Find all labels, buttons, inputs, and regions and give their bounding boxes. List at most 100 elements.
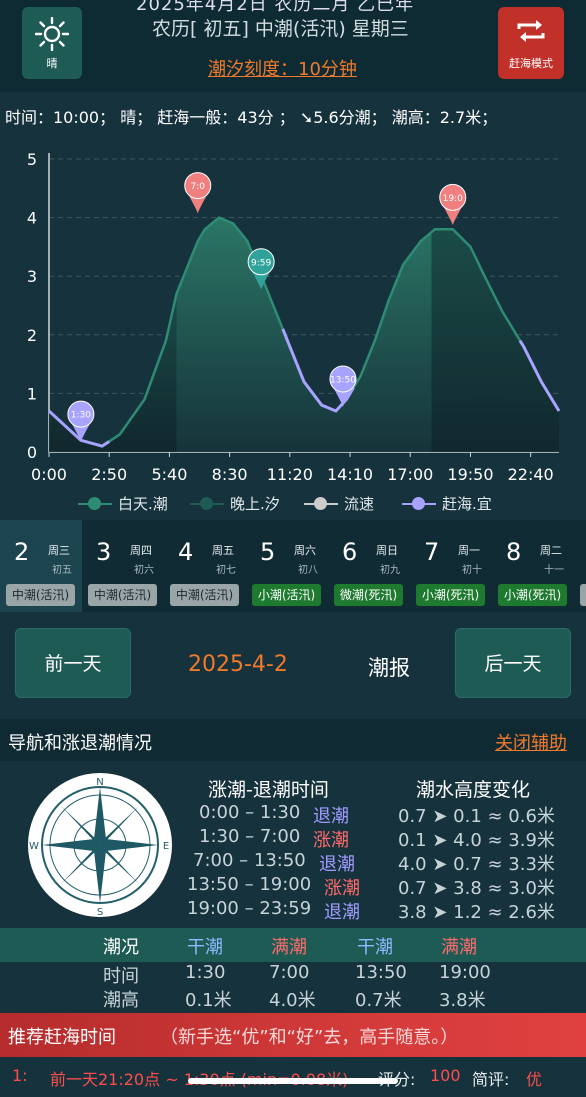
day-lunar: 初五 <box>52 565 72 576</box>
ebbflow-height-header: 潮水高度变化 <box>416 779 531 801</box>
day-weekday: 周二 <box>540 544 562 557</box>
tide-height-cell: 3.8米 <box>439 990 486 1011</box>
legend-marker-suitable <box>402 496 436 510</box>
prev-day-button[interactable]: 前一天 <box>15 628 131 698</box>
y-tick-label: 3 <box>27 267 37 286</box>
compass-n: N <box>96 777 103 788</box>
legend-marker-speed <box>304 496 338 510</box>
ebbflow-height: 3.8 ➤ 1.2 ≈ 2.6米 <box>398 902 555 923</box>
x-tick-label: 8:30 <box>212 465 248 484</box>
tide-time-cell: 7:00 <box>269 962 310 983</box>
tide-header-cell: 满潮 <box>441 937 477 958</box>
recommend-index: 1: <box>12 1066 28 1085</box>
y-tick-label: 5 <box>27 150 37 169</box>
tide-time-cell: 1:30 <box>185 962 226 983</box>
tide-time-cell: 19:00 <box>439 962 491 983</box>
compass-rose-icon: N S W E <box>29 777 169 917</box>
mode-label: 赶海模式 <box>509 57 553 70</box>
brief-label: 简评: <box>472 1070 510 1089</box>
legend-item-day[interactable]: 白天.潮 <box>78 493 168 514</box>
ebbflow-kind: 退潮 <box>324 902 360 923</box>
day-tide-badge: 小潮(死汛) <box>416 584 485 606</box>
day-weekday: 周五 <box>212 544 234 557</box>
day-item-3[interactable]: 3 周四 初六 中潮(活汛) <box>82 520 164 612</box>
section-title: 导航和涨退潮情况 <box>8 733 152 754</box>
y-tick-label: 4 <box>27 209 37 228</box>
day-item-2[interactable]: 2 周三 初五 中潮(活汛) <box>0 520 82 612</box>
ebbflow-time-header: 涨潮-退潮时间 <box>208 779 329 801</box>
legend-item-speed[interactable]: 流速 <box>304 493 374 514</box>
weather-label: 晴 <box>46 57 58 70</box>
recommend-subtitle: （新手选“优”和“好”去，高手随意。） <box>160 1027 459 1048</box>
ebbflow-time: 13:50 – 19:00 <box>187 874 312 895</box>
marker-label: 7:0 <box>191 182 206 192</box>
marker-label: 13:50 <box>330 375 356 385</box>
brief-value: 优 <box>526 1070 543 1089</box>
ebbflow-height: 0.1 ➤ 4.0 ≈ 3.9米 <box>398 830 555 851</box>
ebbflow-time: 1:30 – 7:00 <box>199 826 301 847</box>
x-tick-label: 0:00 <box>31 465 67 484</box>
ebbflow-height: 0.7 ➤ 3.8 ≈ 3.0米 <box>398 878 555 899</box>
day-tide-badge: 中潮(活汛) <box>6 584 75 606</box>
nav-section-header: 导航和涨退潮情况 关闭辅助 <box>0 719 586 761</box>
next-day-button[interactable]: 后一天 <box>455 628 571 698</box>
date-nav: 前一天 2025-4-2 潮报 后一天 <box>0 612 586 718</box>
ebbflow-time: 19:00 – 23:59 <box>187 898 312 919</box>
legend-item-night[interactable]: 晚上.汐 <box>190 493 280 514</box>
day-tide-badge: 微潮(死汛) <box>334 584 403 606</box>
tide-table-header: 潮况 干潮 满潮 干潮 满潮 <box>0 928 586 962</box>
day-selector[interactable]: 2 周三 初五 中潮(活汛) 3 周四 初六 中潮(活汛) 4 周五 初七 中潮(活汛) 5 周六 初八 小潮… <box>0 520 586 612</box>
tide-scale-link[interactable]: 潮汐刻度：10分钟 <box>208 55 357 81</box>
legend-marker-night <box>190 496 224 510</box>
day-lunar: 十一 <box>544 565 564 576</box>
x-tick-label: 2:50 <box>91 465 127 484</box>
compass-s: S <box>97 907 103 917</box>
compass-e: E <box>163 841 169 852</box>
tide-table-values: 时间 1:30 7:00 13:50 19:00 潮高 0.1米 4.0米 0.7米 3.8米 <box>0 962 586 1012</box>
chart-legend: 白天.潮 晚上.汐 流速 赶海.宜 <box>78 493 518 515</box>
tide-time-cell: 13:50 <box>355 962 407 983</box>
day-item-4[interactable]: 4 周五 初七 中潮(活汛) <box>164 520 246 612</box>
tide-time-label: 时间 <box>103 966 139 987</box>
night-area-late <box>431 229 559 452</box>
day-weekday: 周日 <box>376 544 398 557</box>
day-number: 8 <box>506 538 522 566</box>
legend-label-speed: 流速 <box>344 495 375 513</box>
day-tide-badge: 小潮(死汛) <box>498 584 567 606</box>
compass-w: W <box>29 841 39 852</box>
x-tick-label: 19:50 <box>447 465 493 484</box>
legend-label-day: 白天.潮 <box>118 495 168 513</box>
y-tick-label: 1 <box>27 384 37 403</box>
day-tide-badge: 中潮(活汛) <box>88 584 157 606</box>
day-tide-badge: 小潮(活汛) <box>252 584 321 606</box>
day-number: 7 <box>424 538 440 566</box>
tide-height-cell: 0.7米 <box>355 990 402 1011</box>
close-assist-link[interactable]: 关闭辅助 <box>495 729 567 755</box>
tide-chart[interactable]: 0 1 2 3 4 5 0:00 2:50 5:40 8:30 11:20 14:10 17:00 19:… <box>0 140 586 490</box>
current-info: 时间：10:00； 晴； 赶海一般：43分 ； ➘5.6分潮； 潮高：2.7米； <box>5 108 498 127</box>
day-item-7[interactable]: 7 周一 初十 小潮(死汛) <box>410 520 492 612</box>
day-lunar: 初七 <box>216 565 236 576</box>
recommend-title: 推荐赶海时间 <box>8 1027 116 1048</box>
day-weekday: 周四 <box>130 544 152 557</box>
day-item-8[interactable]: 8 周二十一小潮(死汛) <box>492 520 574 612</box>
day-item-6[interactable]: 6 周日 初九 微潮(死汛) <box>328 520 410 612</box>
day-item-overflow[interactable] <box>580 584 586 606</box>
day-number: 4 <box>178 538 194 566</box>
marker-label: 9:59 <box>251 258 271 268</box>
day-item-5[interactable]: 5 周六 初八 小潮(活汛) <box>246 520 328 612</box>
tide-header-cell: 潮况 <box>103 937 139 958</box>
legend-item-suitable[interactable]: 赶海.宜 <box>402 493 492 514</box>
score-value: 100 <box>430 1066 461 1085</box>
marker-label: 19:0 <box>443 194 463 204</box>
repeat-icon <box>517 20 545 42</box>
tide-report-label[interactable]: 潮报 <box>368 652 410 682</box>
ebbflow-time: 7:00 – 13:50 <box>193 850 306 871</box>
ebbflow-height: 0.7 ➤ 0.1 ≈ 0.6米 <box>398 806 555 827</box>
current-date[interactable]: 2025-4-2 <box>188 652 288 677</box>
mode-button[interactable]: 赶海模式 <box>498 7 564 79</box>
day-lunar: 初六 <box>134 565 154 576</box>
day-weekday: 周一 <box>458 544 480 557</box>
weather-button[interactable]: 晴 <box>22 7 82 79</box>
y-tick-label: 0 <box>27 443 37 462</box>
